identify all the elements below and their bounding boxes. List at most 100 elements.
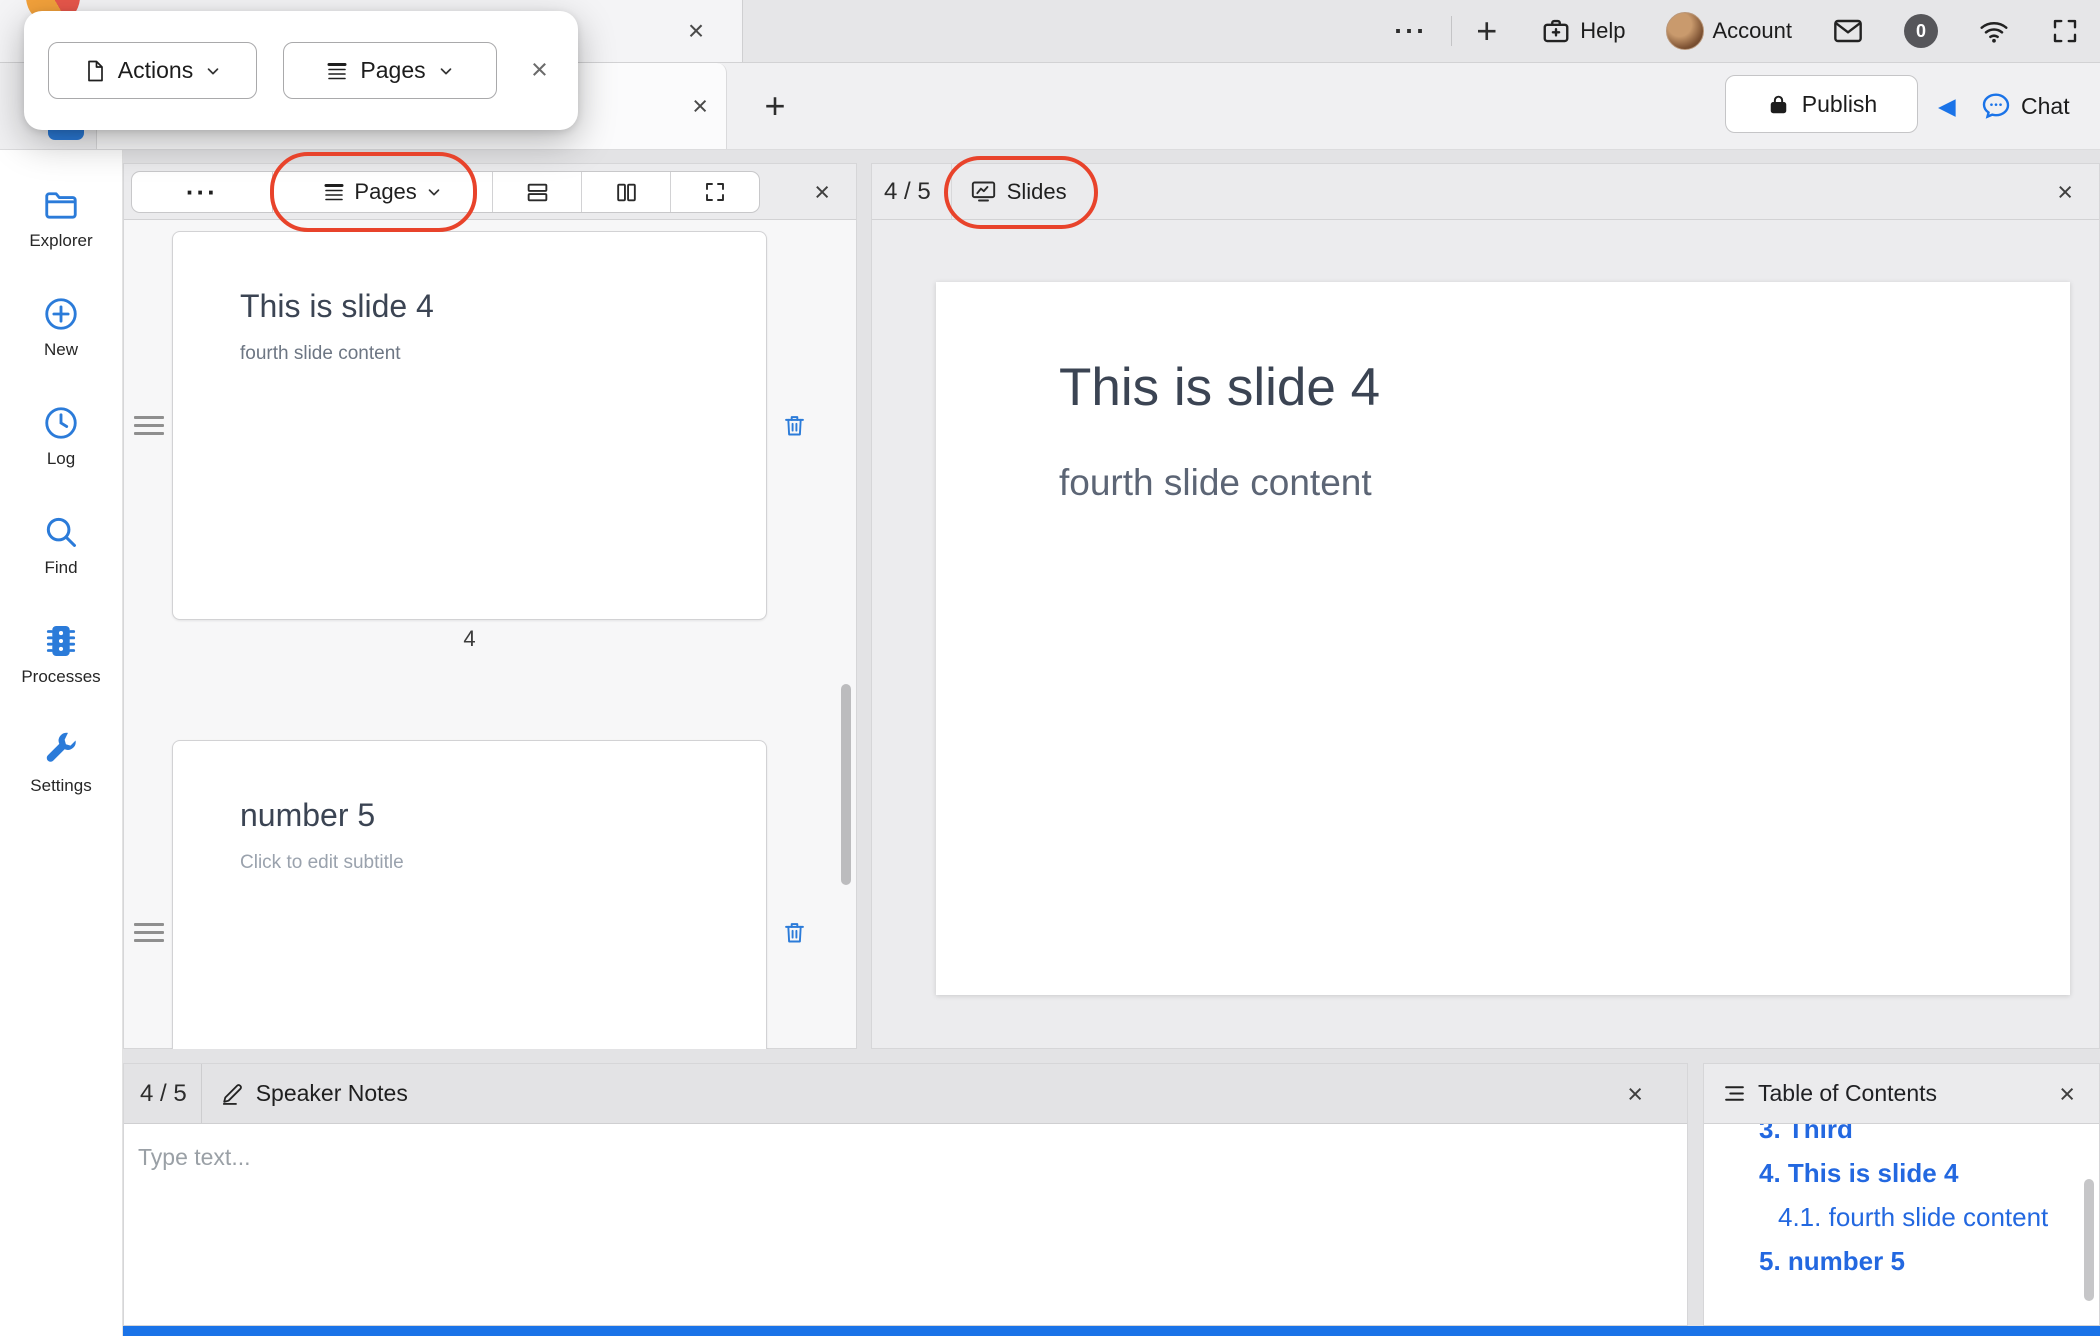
trash-icon[interactable] [781, 412, 808, 439]
slide-canvas[interactable]: This is slide 4 fourth slide content [936, 282, 2070, 995]
toc-item[interactable]: 5. number 5 [1704, 1239, 2099, 1283]
chevron-down-icon [204, 62, 222, 80]
notification-badge[interactable]: 0 [1904, 14, 1938, 48]
pages-thumbnail-list: This is slide 4 fourth slide content 4 n… [124, 220, 856, 1049]
chrome-actions: ··· + Help Account 0 [1370, 0, 2100, 62]
collapse-panel-icon[interactable]: ◀ [1938, 63, 1956, 149]
sidebar-item-log[interactable]: Log [0, 404, 122, 469]
account-button[interactable]: Account [1646, 0, 1813, 62]
search-icon [42, 513, 80, 551]
chat-label: Chat [2021, 93, 2070, 120]
pages-toolbar: ··· Pages [131, 171, 760, 213]
notes-counter: 4 / 5 [124, 1080, 201, 1108]
sidebar-item-label: Settings [30, 776, 91, 796]
drag-handle-icon[interactable] [134, 424, 164, 427]
toc-close-icon[interactable]: × [2059, 1064, 2075, 1124]
slide-thumbnail[interactable]: This is slide 4 fourth slide content [172, 231, 767, 620]
thumbnail-number: 4 [172, 626, 767, 652]
sidebar-item-find[interactable]: Find [0, 513, 122, 578]
more-tabs-icon[interactable]: ··· [1370, 0, 1451, 62]
publish-button[interactable]: Publish [1725, 75, 1918, 133]
sidebar-item-explorer[interactable]: Explorer [0, 186, 122, 251]
sidebar-item-label: Explorer [29, 231, 92, 251]
lock-icon [1766, 92, 1791, 117]
thumbnail-title: number 5 [240, 797, 736, 834]
scrollbar[interactable] [2084, 1179, 2094, 1301]
mail-button[interactable] [1812, 0, 1884, 62]
pages-more-icon[interactable]: ··· [132, 172, 272, 212]
browser-tab-close-icon[interactable]: × [676, 0, 716, 62]
speaker-notes-title: Speaker Notes [201, 1064, 426, 1123]
thumbnail-title: This is slide 4 [240, 288, 736, 325]
speaker-notes-body [124, 1124, 1687, 1324]
clock-icon [42, 404, 80, 442]
toc-list: 3. Third 4. This is slide 4 4.1. fourth … [1704, 1124, 2099, 1325]
pages-panel-header: ··· Pages × [124, 164, 856, 220]
pages-list-icon [322, 180, 346, 204]
add-document-tab-button[interactable]: + [748, 63, 802, 149]
trash-icon[interactable] [781, 919, 808, 946]
toc-title: Table of Contents [1758, 1080, 1937, 1107]
slide-thumbnail[interactable]: number 5 Click to edit subtitle [172, 740, 767, 1049]
fullscreen-button[interactable] [2030, 0, 2100, 62]
sidebar-item-label: Find [44, 558, 77, 578]
plus-circle-icon [42, 295, 80, 333]
expand-icon [703, 180, 727, 204]
speaker-notes-panel: 4 / 5 Speaker Notes × [123, 1063, 1688, 1326]
chat-button[interactable]: Chat [1980, 63, 2070, 149]
sidebar-item-label: Log [47, 449, 75, 469]
mail-icon [1832, 15, 1864, 47]
split-horizontal-button[interactable] [493, 172, 581, 212]
pages-menu-button[interactable]: Pages [273, 172, 493, 212]
pages-label: Pages [360, 57, 425, 84]
slides-panel-close-icon[interactable]: × [2057, 164, 2073, 220]
help-button[interactable]: Help [1521, 0, 1645, 62]
popup-close-icon[interactable]: × [531, 54, 548, 87]
bottom-accent-bar [123, 1326, 2100, 1336]
pages-dropdown-button[interactable]: Pages [283, 42, 497, 99]
slides-icon [970, 178, 997, 205]
slides-menu-label: Slides [1007, 179, 1067, 205]
fullscreen-icon [2050, 16, 2080, 46]
new-browser-tab-button[interactable]: + [1452, 0, 1521, 62]
speaker-notes-label: Speaker Notes [256, 1080, 408, 1107]
avatar [1666, 12, 1704, 50]
toc-list-icon [1722, 1081, 1747, 1106]
pages-panel-close-icon[interactable]: × [814, 164, 830, 220]
chat-icon [1980, 90, 2012, 122]
publish-label: Publish [1802, 91, 1877, 118]
toc-item[interactable]: 4. This is slide 4 [1704, 1151, 2099, 1195]
toc-item[interactable]: 3. Third [1704, 1124, 2099, 1151]
sidebar-item-processes[interactable]: Processes [0, 622, 122, 687]
toc-item[interactable]: 4.1. fourth slide content [1704, 1195, 2099, 1239]
slide-title: This is slide 4 [1059, 357, 2030, 418]
sidebar-item-new[interactable]: New [0, 295, 122, 360]
account-label: Account [1713, 18, 1793, 44]
document-icon [83, 59, 107, 83]
slides-menu-button[interactable]: Slides [951, 164, 1085, 219]
slide-subtitle: fourth slide content [1059, 462, 2030, 504]
pages-panel: ··· Pages × [123, 163, 857, 1049]
document-tab-close-icon[interactable]: × [692, 63, 708, 149]
app-window: × ··· + Help Account 0 [0, 0, 2100, 1336]
speaker-notes-close-icon[interactable]: × [1627, 1064, 1643, 1124]
left-sidebar: Explorer New Log Find Processes Settings [0, 150, 123, 1336]
scrollbar[interactable] [841, 684, 851, 885]
split-vertical-icon [614, 180, 639, 205]
speaker-notes-header: 4 / 5 Speaker Notes × [124, 1064, 1687, 1124]
expand-panel-button[interactable] [671, 172, 759, 212]
actions-dropdown-button[interactable]: Actions [48, 42, 257, 99]
pencil-icon [220, 1081, 245, 1106]
wifi-icon [1978, 15, 2010, 47]
help-label: Help [1580, 18, 1625, 44]
sidebar-item-label: New [44, 340, 78, 360]
chevron-down-icon [425, 183, 443, 201]
split-vertical-button[interactable] [582, 172, 670, 212]
sidebar-item-settings[interactable]: Settings [0, 731, 122, 796]
wifi-button[interactable] [1958, 0, 2030, 62]
thumbnail-subtitle: fourth slide content [240, 343, 736, 365]
chevron-down-icon [437, 62, 455, 80]
speaker-notes-input[interactable] [124, 1124, 1687, 1324]
pages-menu-label: Pages [354, 179, 416, 205]
drag-handle-icon[interactable] [134, 931, 164, 934]
